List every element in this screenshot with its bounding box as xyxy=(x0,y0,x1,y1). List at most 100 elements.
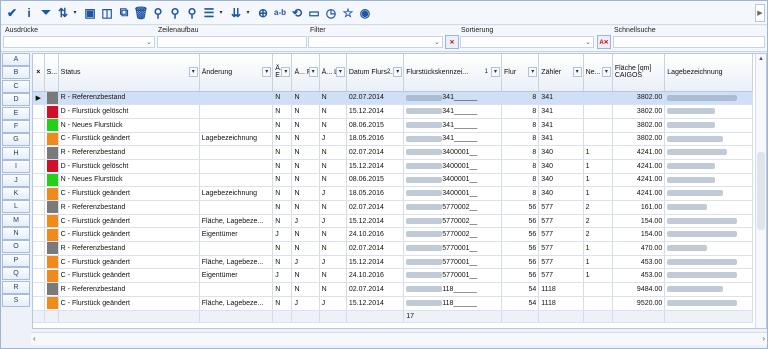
schnellsuche-input[interactable] xyxy=(613,36,765,48)
cell-af[interactable]: N xyxy=(291,227,320,243)
table-row[interactable]: R - Referenzbestand N N N 02.07.2014 5770002_… xyxy=(33,200,753,215)
alpha-button-b[interactable]: B xyxy=(2,66,30,80)
cell-ne[interactable]: 2 xyxy=(583,227,613,243)
cell-ne[interactable] xyxy=(583,118,613,133)
alpha-button-g[interactable]: G xyxy=(2,133,30,147)
cell-sw[interactable] xyxy=(44,214,59,229)
cell-zaehler[interactable]: 341 xyxy=(538,118,584,133)
cell-ne[interactable] xyxy=(583,132,613,147)
cell-aenderung[interactable] xyxy=(199,241,274,256)
cell-ae[interactable]: N xyxy=(272,118,293,133)
cell-datum[interactable]: 15.12.2014 xyxy=(346,159,405,174)
alpha-button-l[interactable]: L xyxy=(2,200,30,214)
cell-zaehler[interactable]: 1118 xyxy=(538,282,584,297)
toolbar-scroll-right[interactable]: ▶ xyxy=(755,4,765,22)
column-header-flur[interactable]: Flur ▾ xyxy=(501,54,540,92)
cell-ne[interactable]: 1 xyxy=(583,159,613,174)
cell-flaeche[interactable]: 161.00 xyxy=(612,200,666,215)
info-icon[interactable]: i xyxy=(21,4,37,22)
cell-kz[interactable]: 3400001__ xyxy=(403,159,503,174)
cell-flur[interactable]: 56 xyxy=(501,268,540,284)
cell-ae[interactable]: N xyxy=(272,91,293,106)
cell-af[interactable]: N xyxy=(291,118,320,133)
clear-filter-icon[interactable]: ✕ xyxy=(445,35,459,49)
records-icon[interactable]: ☰ xyxy=(201,4,217,22)
cell-lage[interactable] xyxy=(664,282,753,297)
refresh-icon[interactable]: ⟲ xyxy=(289,4,305,22)
cell-flur[interactable]: 54 xyxy=(501,282,540,297)
cell-lage[interactable] xyxy=(664,227,753,243)
cell-ae[interactable]: N xyxy=(272,241,293,256)
cell-status[interactable]: C - Flurstück geändert xyxy=(58,268,200,284)
alpha-button-m[interactable]: M xyxy=(2,213,30,227)
cell-status[interactable]: C - Flurstück geändert xyxy=(58,132,200,147)
filter-dropdown[interactable]: ⌄ xyxy=(308,36,443,48)
horizontal-scrollbar[interactable]: ‹ › xyxy=(31,332,767,345)
cell-af[interactable]: N xyxy=(291,268,320,284)
cell-flur[interactable]: 54 xyxy=(501,296,540,311)
cell-al[interactable]: J xyxy=(319,255,347,270)
cell-af[interactable]: J xyxy=(291,255,320,270)
binoculars-icon[interactable]: ◫ xyxy=(99,4,115,22)
cell-ae[interactable]: N xyxy=(272,145,293,160)
dropdown-arrow-icon[interactable]: ▾ xyxy=(218,4,224,22)
cell-status[interactable]: C - Flurstück geändert xyxy=(58,255,200,270)
check-icon[interactable]: ✔ xyxy=(4,4,20,22)
cell-sw[interactable] xyxy=(44,255,59,270)
cell-af[interactable]: J xyxy=(291,214,320,229)
cell-datum[interactable]: 15.12.2014 xyxy=(346,296,405,311)
cell-flur[interactable]: 8 xyxy=(501,159,540,174)
cell-kz[interactable]: 341______ xyxy=(403,118,503,133)
filter-dropdown-icon[interactable]: ▾ xyxy=(528,67,538,77)
cell-ae[interactable]: J xyxy=(272,268,293,284)
column-header-kennz[interactable]: Flurstückskennzei... 1 ▾ xyxy=(403,54,503,92)
cell-status[interactable]: N - Neues Flurstück xyxy=(58,173,200,188)
cell-aenderung[interactable]: Eigentümer xyxy=(199,268,274,284)
timer-icon[interactable]: ◷ xyxy=(323,4,339,22)
cell-ne[interactable]: 2 xyxy=(583,214,613,229)
cell-status[interactable]: C - Flurstück geändert xyxy=(58,214,200,229)
cell-sw[interactable] xyxy=(44,173,59,188)
cell-flaeche[interactable]: 3802.00 xyxy=(612,118,666,133)
table-icon[interactable]: ▭ xyxy=(306,4,322,22)
cell-datum[interactable]: 08.06.2015 xyxy=(346,173,405,188)
cell-aenderung[interactable] xyxy=(199,104,274,119)
column-header-datum[interactable]: Datum Flurs... 2 ▾ xyxy=(346,54,405,92)
cell-al[interactable]: N xyxy=(319,227,347,243)
cell-ne[interactable] xyxy=(583,104,613,119)
cell-lage[interactable] xyxy=(664,268,753,284)
alpha-button-r[interactable]: R xyxy=(2,280,30,294)
filter-dropdown-icon[interactable]: ▾ xyxy=(601,67,611,77)
cell-status[interactable]: D - Flurstück gelöscht xyxy=(58,159,200,174)
cell-datum[interactable]: 02.07.2014 xyxy=(346,91,405,106)
table-row[interactable]: C - Flurstück geändert Fläche, Lagebeze..… xyxy=(33,255,753,270)
filter-dropdown-icon[interactable]: ▾ xyxy=(491,67,501,77)
cell-flur[interactable]: 8 xyxy=(501,145,540,160)
cell-kz[interactable]: 5770001__ xyxy=(403,241,503,256)
scroll-left-icon[interactable]: ‹ xyxy=(33,334,36,343)
cell-lage[interactable] xyxy=(664,173,753,188)
cell-af[interactable]: N xyxy=(291,200,320,215)
scroll-up-icon[interactable]: ▲ xyxy=(756,54,766,64)
cell-kz[interactable]: 341______ xyxy=(403,132,503,147)
target-icon[interactable]: ⊕ xyxy=(255,4,271,22)
alpha-button-k[interactable]: K xyxy=(2,186,30,200)
cell-status[interactable]: R - Referenzbestand xyxy=(58,145,200,160)
cell-datum[interactable]: 02.07.2014 xyxy=(346,145,405,160)
cell-lage[interactable] xyxy=(664,132,753,147)
cell-af[interactable]: N xyxy=(291,91,320,106)
zeilenaufbau-dropdown[interactable] xyxy=(157,36,307,48)
tree2-icon[interactable]: ⚲ xyxy=(167,4,183,22)
column-header-x[interactable]: × xyxy=(33,54,45,92)
cell-zaehler[interactable]: 1118 xyxy=(538,296,584,311)
cell-status[interactable]: R - Referenzbestand xyxy=(58,241,200,256)
cell-lage[interactable] xyxy=(664,104,753,119)
column-header-status[interactable]: Status ▾ xyxy=(58,54,200,92)
cell-status[interactable]: C - Flurstück geändert xyxy=(58,296,200,311)
cell-aenderung[interactable]: Fläche, Lagebeze... xyxy=(199,296,274,311)
cell-datum[interactable]: 08.06.2015 xyxy=(346,118,405,133)
cell-zaehler[interactable]: 577 xyxy=(538,214,584,229)
alpha-button-n[interactable]: N xyxy=(2,227,30,241)
cell-sw[interactable] xyxy=(44,282,59,297)
cell-lage[interactable] xyxy=(664,145,753,160)
